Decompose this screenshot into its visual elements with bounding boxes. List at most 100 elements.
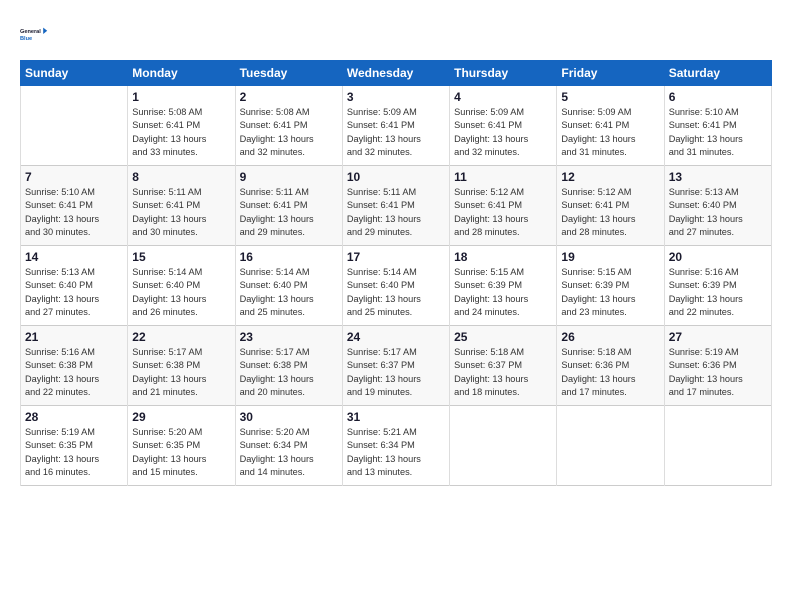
day-info: Sunrise: 5:14 AM Sunset: 6:40 PM Dayligh… [240, 266, 338, 319]
calendar-cell: 2 Sunrise: 5:08 AM Sunset: 6:41 PM Daylig… [235, 86, 342, 166]
day-number: 12 [561, 170, 659, 184]
day-number: 11 [454, 170, 552, 184]
calendar-cell: 31 Sunrise: 5:21 AM Sunset: 6:34 PM Dayli… [342, 406, 449, 486]
calendar-cell [450, 406, 557, 486]
calendar-cell: 4 Sunrise: 5:09 AM Sunset: 6:41 PM Daylig… [450, 86, 557, 166]
day-number: 14 [25, 250, 123, 264]
day-info: Sunrise: 5:12 AM Sunset: 6:41 PM Dayligh… [454, 186, 552, 239]
day-number: 2 [240, 90, 338, 104]
day-number: 22 [132, 330, 230, 344]
logo-icon: GeneralBlue [20, 18, 52, 50]
svg-text:General: General [20, 29, 41, 35]
day-number: 4 [454, 90, 552, 104]
day-info: Sunrise: 5:16 AM Sunset: 6:39 PM Dayligh… [669, 266, 767, 319]
svg-text:Blue: Blue [20, 36, 32, 42]
day-number: 28 [25, 410, 123, 424]
calendar-cell [664, 406, 771, 486]
week-row-4: 21 Sunrise: 5:16 AM Sunset: 6:38 PM Dayli… [21, 326, 772, 406]
day-info: Sunrise: 5:16 AM Sunset: 6:38 PM Dayligh… [25, 346, 123, 399]
weekday-header-saturday: Saturday [664, 61, 771, 86]
weekday-header-monday: Monday [128, 61, 235, 86]
calendar-cell: 9Sunrise: 5:11 AM Sunset: 6:41 PM Daylig… [235, 166, 342, 246]
day-info: Sunrise: 5:18 AM Sunset: 6:37 PM Dayligh… [454, 346, 552, 399]
calendar-cell: 27 Sunrise: 5:19 AM Sunset: 6:36 PM Dayli… [664, 326, 771, 406]
calendar-cell [21, 86, 128, 166]
day-info: Sunrise: 5:08 AM Sunset: 6:41 PM Dayligh… [240, 106, 338, 159]
day-info: Sunrise: 5:19 AM Sunset: 6:35 PM Dayligh… [25, 426, 123, 479]
week-row-1: 1 Sunrise: 5:08 AM Sunset: 6:41 PM Daylig… [21, 86, 772, 166]
day-number: 19 [561, 250, 659, 264]
week-row-5: 28 Sunrise: 5:19 AM Sunset: 6:35 PM Dayli… [21, 406, 772, 486]
calendar-cell: 21 Sunrise: 5:16 AM Sunset: 6:38 PM Dayli… [21, 326, 128, 406]
day-info: Sunrise: 5:09 AM Sunset: 6:41 PM Dayligh… [454, 106, 552, 159]
calendar-cell: 26Sunrise: 5:18 AM Sunset: 6:36 PM Dayli… [557, 326, 664, 406]
logo: GeneralBlue [20, 18, 56, 50]
day-info: Sunrise: 5:11 AM Sunset: 6:41 PM Dayligh… [132, 186, 230, 239]
calendar-cell: 8 Sunrise: 5:11 AM Sunset: 6:41 PM Daylig… [128, 166, 235, 246]
week-row-3: 14 Sunrise: 5:13 AM Sunset: 6:40 PM Dayli… [21, 246, 772, 326]
day-number: 13 [669, 170, 767, 184]
day-info: Sunrise: 5:17 AM Sunset: 6:38 PM Dayligh… [132, 346, 230, 399]
calendar-cell: 6Sunrise: 5:10 AM Sunset: 6:41 PM Daylig… [664, 86, 771, 166]
calendar-cell: 25 Sunrise: 5:18 AM Sunset: 6:37 PM Dayli… [450, 326, 557, 406]
day-info: Sunrise: 5:09 AM Sunset: 6:41 PM Dayligh… [561, 106, 659, 159]
day-info: Sunrise: 5:11 AM Sunset: 6:41 PM Dayligh… [347, 186, 445, 239]
day-info: Sunrise: 5:15 AM Sunset: 6:39 PM Dayligh… [454, 266, 552, 319]
calendar-cell: 11 Sunrise: 5:12 AM Sunset: 6:41 PM Dayli… [450, 166, 557, 246]
day-info: Sunrise: 5:08 AM Sunset: 6:41 PM Dayligh… [132, 106, 230, 159]
day-number: 29 [132, 410, 230, 424]
day-number: 18 [454, 250, 552, 264]
calendar-cell: 30Sunrise: 5:20 AM Sunset: 6:34 PM Dayli… [235, 406, 342, 486]
day-info: Sunrise: 5:21 AM Sunset: 6:34 PM Dayligh… [347, 426, 445, 479]
day-info: Sunrise: 5:13 AM Sunset: 6:40 PM Dayligh… [669, 186, 767, 239]
weekday-header-wednesday: Wednesday [342, 61, 449, 86]
day-number: 31 [347, 410, 445, 424]
day-number: 20 [669, 250, 767, 264]
calendar-cell: 10 Sunrise: 5:11 AM Sunset: 6:41 PM Dayli… [342, 166, 449, 246]
week-row-2: 7Sunrise: 5:10 AM Sunset: 6:41 PM Daylig… [21, 166, 772, 246]
calendar-cell: 24 Sunrise: 5:17 AM Sunset: 6:37 PM Dayli… [342, 326, 449, 406]
weekday-header-thursday: Thursday [450, 61, 557, 86]
day-info: Sunrise: 5:10 AM Sunset: 6:41 PM Dayligh… [25, 186, 123, 239]
calendar-cell: 18 Sunrise: 5:15 AM Sunset: 6:39 PM Dayli… [450, 246, 557, 326]
calendar-cell: 23 Sunrise: 5:17 AM Sunset: 6:38 PM Dayli… [235, 326, 342, 406]
day-info: Sunrise: 5:20 AM Sunset: 6:34 PM Dayligh… [240, 426, 338, 479]
calendar-cell: 1 Sunrise: 5:08 AM Sunset: 6:41 PM Daylig… [128, 86, 235, 166]
day-number: 27 [669, 330, 767, 344]
calendar-table: SundayMondayTuesdayWednesdayThursdayFrid… [20, 60, 772, 486]
calendar-cell: 16 Sunrise: 5:14 AM Sunset: 6:40 PM Dayli… [235, 246, 342, 326]
header: GeneralBlue [20, 18, 772, 50]
day-info: Sunrise: 5:12 AM Sunset: 6:41 PM Dayligh… [561, 186, 659, 239]
calendar-cell: 29 Sunrise: 5:20 AM Sunset: 6:35 PM Dayli… [128, 406, 235, 486]
day-info: Sunrise: 5:14 AM Sunset: 6:40 PM Dayligh… [132, 266, 230, 319]
day-info: Sunrise: 5:15 AM Sunset: 6:39 PM Dayligh… [561, 266, 659, 319]
day-info: Sunrise: 5:19 AM Sunset: 6:36 PM Dayligh… [669, 346, 767, 399]
day-number: 8 [132, 170, 230, 184]
weekday-header-row: SundayMondayTuesdayWednesdayThursdayFrid… [21, 61, 772, 86]
calendar-cell: 17Sunrise: 5:14 AM Sunset: 6:40 PM Dayli… [342, 246, 449, 326]
weekday-header-friday: Friday [557, 61, 664, 86]
day-info: Sunrise: 5:17 AM Sunset: 6:37 PM Dayligh… [347, 346, 445, 399]
calendar-cell: 28 Sunrise: 5:19 AM Sunset: 6:35 PM Dayli… [21, 406, 128, 486]
day-number: 21 [25, 330, 123, 344]
day-number: 1 [132, 90, 230, 104]
calendar-cell: 20 Sunrise: 5:16 AM Sunset: 6:39 PM Dayli… [664, 246, 771, 326]
calendar-cell: 12 Sunrise: 5:12 AM Sunset: 6:41 PM Dayli… [557, 166, 664, 246]
calendar-cell: 13 Sunrise: 5:13 AM Sunset: 6:40 PM Dayli… [664, 166, 771, 246]
day-number: 16 [240, 250, 338, 264]
day-info: Sunrise: 5:13 AM Sunset: 6:40 PM Dayligh… [25, 266, 123, 319]
day-info: Sunrise: 5:17 AM Sunset: 6:38 PM Dayligh… [240, 346, 338, 399]
calendar-page: GeneralBlue SundayMondayTuesdayWednesday… [0, 0, 792, 498]
calendar-cell: 7Sunrise: 5:10 AM Sunset: 6:41 PM Daylig… [21, 166, 128, 246]
day-number: 24 [347, 330, 445, 344]
day-info: Sunrise: 5:20 AM Sunset: 6:35 PM Dayligh… [132, 426, 230, 479]
day-number: 23 [240, 330, 338, 344]
day-info: Sunrise: 5:11 AM Sunset: 6:41 PM Dayligh… [240, 186, 338, 239]
calendar-cell [557, 406, 664, 486]
day-info: Sunrise: 5:14 AM Sunset: 6:40 PM Dayligh… [347, 266, 445, 319]
day-info: Sunrise: 5:18 AM Sunset: 6:36 PM Dayligh… [561, 346, 659, 399]
day-info: Sunrise: 5:09 AM Sunset: 6:41 PM Dayligh… [347, 106, 445, 159]
day-number: 10 [347, 170, 445, 184]
weekday-header-sunday: Sunday [21, 61, 128, 86]
day-number: 25 [454, 330, 552, 344]
